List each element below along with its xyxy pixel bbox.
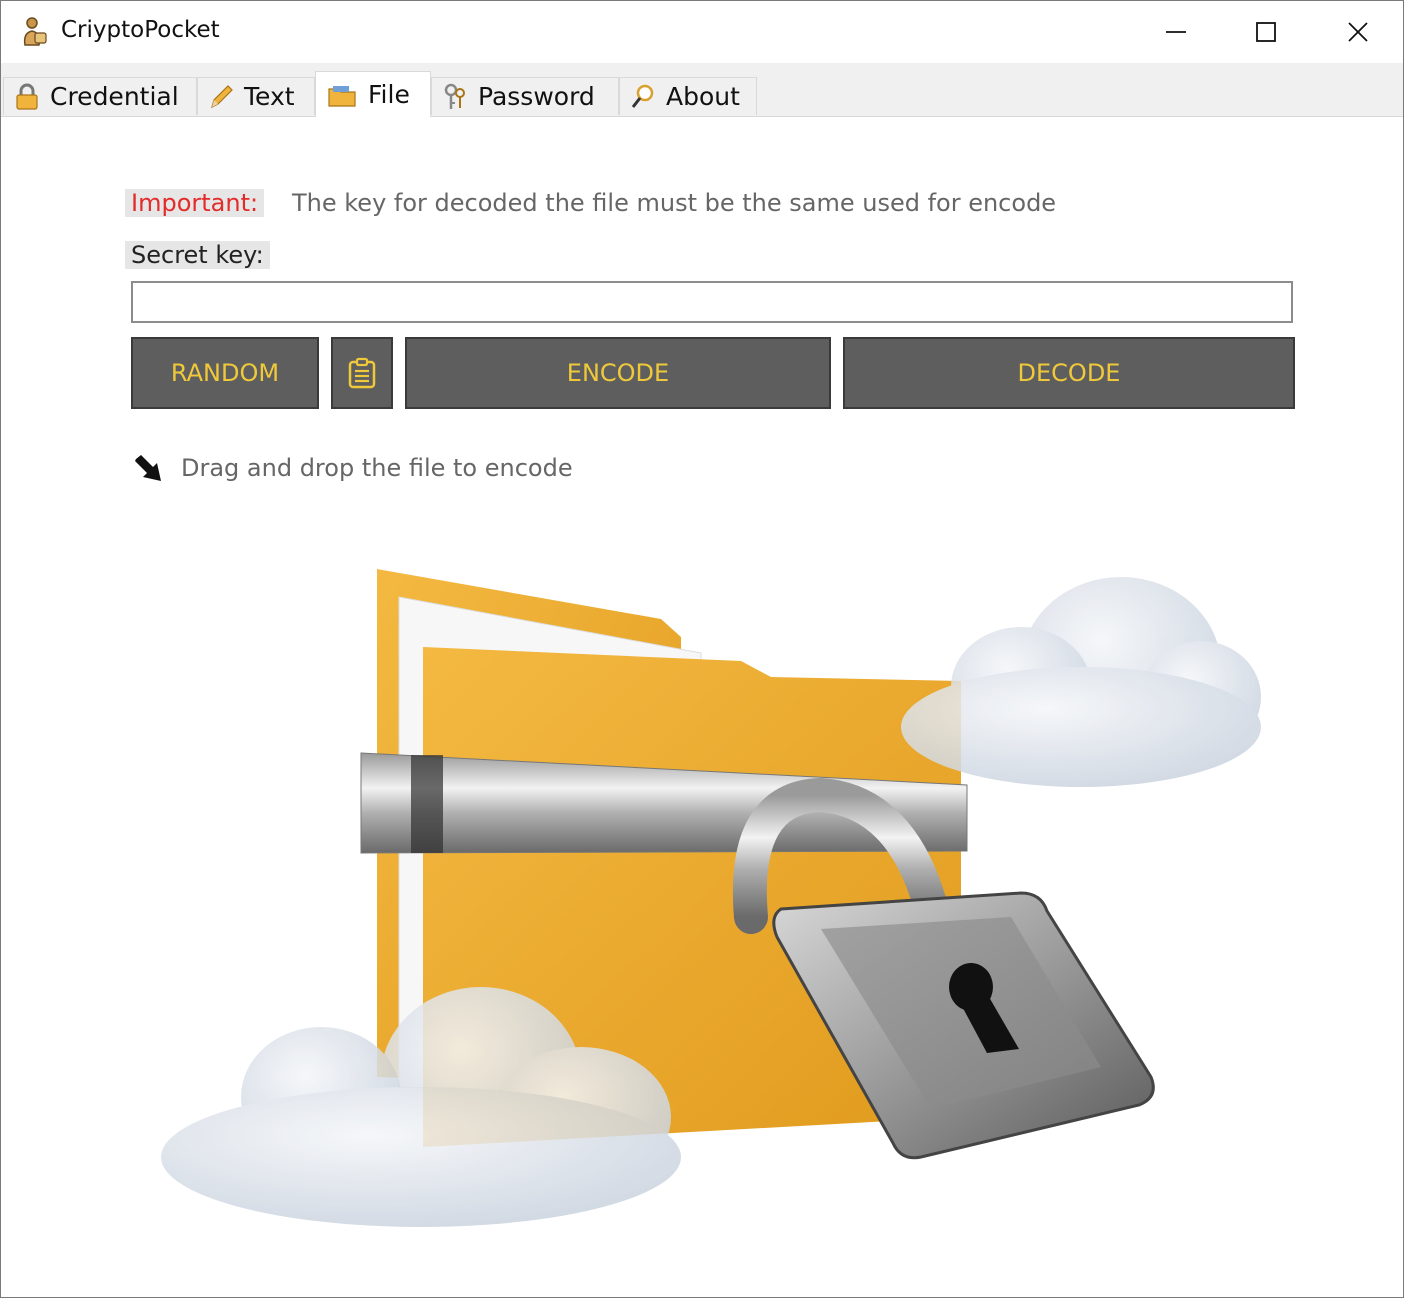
close-icon (1348, 22, 1368, 42)
maximize-button[interactable] (1221, 1, 1311, 63)
random-button[interactable]: RANDOM (131, 337, 319, 409)
drop-zone-illustration[interactable] (141, 557, 1281, 1257)
tab-label: About (666, 82, 740, 111)
arrow-down-right-icon (135, 455, 161, 481)
title-bar: CriyptoPocket (1, 1, 1403, 63)
encode-button[interactable]: ENCODE (405, 337, 831, 409)
tab-label: File (368, 80, 410, 109)
paste-button[interactable] (331, 337, 393, 409)
drag-drop-hint: Drag and drop the file to encode (133, 453, 573, 483)
tab-credential[interactable]: Credential (3, 77, 197, 115)
file-panel: Important: The key for decoded the file … (1, 117, 1403, 1297)
tab-file[interactable]: File (315, 71, 431, 117)
clipboard-icon (348, 357, 376, 389)
tab-password[interactable]: Password (431, 77, 619, 115)
important-label: Important: (125, 189, 265, 217)
maximize-icon (1256, 22, 1276, 42)
lock-icon (16, 83, 38, 110)
magnifier-icon (631, 84, 654, 108)
drag-drop-text: Drag and drop the file to encode (181, 454, 573, 482)
minimize-icon (1166, 31, 1186, 33)
tab-text[interactable]: Text (197, 77, 315, 115)
secret-key-label: Secret key: (125, 241, 270, 269)
app-window: CriyptoPocket Credential Text File Passw… (0, 0, 1404, 1298)
app-icon (23, 17, 47, 46)
close-button[interactable] (1313, 1, 1403, 63)
tab-label: Credential (50, 82, 179, 111)
pencil-icon (211, 84, 233, 108)
cloud-right (901, 577, 1261, 787)
tab-about[interactable]: About (619, 77, 757, 115)
window-title: CriyptoPocket (61, 17, 220, 43)
important-text: The key for decoded the file must be the… (292, 189, 1057, 217)
secret-key-input[interactable] (131, 281, 1293, 323)
tab-strip: Credential Text File Password About (1, 63, 1403, 117)
tab-label: Password (478, 82, 595, 111)
keys-icon (444, 83, 465, 109)
tab-label: Text (244, 82, 295, 111)
decode-button[interactable]: DECODE (843, 337, 1295, 409)
folder-icon (328, 85, 356, 107)
minimize-button[interactable] (1131, 1, 1221, 63)
